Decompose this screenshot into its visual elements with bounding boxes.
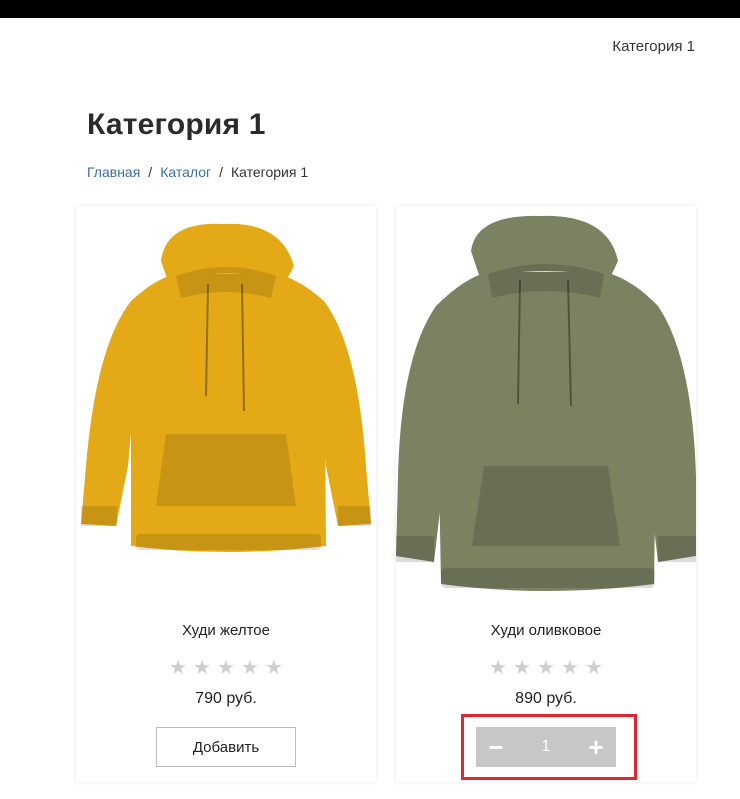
star-icon[interactable]: ★ <box>561 656 579 680</box>
breadcrumb-separator: / <box>148 164 153 180</box>
top-bar <box>0 0 740 18</box>
add-to-cart-button[interactable]: Добавить <box>156 727 296 767</box>
breadcrumb: Главная / Каталог / Категория 1 <box>87 164 308 180</box>
rating-stars[interactable]: ★ ★ ★ ★ ★ <box>396 656 696 680</box>
star-icon[interactable]: ★ <box>537 656 555 680</box>
rating-stars[interactable]: ★ ★ ★ ★ ★ <box>76 656 376 680</box>
product-name[interactable]: Худи оливковое <box>396 622 696 639</box>
hoodie-illustration <box>396 215 696 591</box>
product-price: 890 руб. <box>515 690 577 707</box>
hoodie-illustration <box>81 223 371 552</box>
page-title: Категория 1 <box>87 108 266 141</box>
product-price: 790 руб. <box>195 690 257 707</box>
plus-icon[interactable]: + <box>576 727 616 767</box>
star-icon[interactable]: ★ <box>241 656 259 680</box>
breadcrumb-separator: / <box>219 164 223 180</box>
star-icon[interactable]: ★ <box>265 656 283 680</box>
star-icon[interactable]: ★ <box>193 656 211 680</box>
product-card-olive-hoodie: Худи оливковое ★ ★ ★ ★ ★ 890 руб. − 1 + <box>396 206 696 782</box>
star-icon[interactable]: ★ <box>217 656 235 680</box>
star-icon[interactable]: ★ <box>513 656 531 680</box>
product-card-yellow-hoodie: Худи желтое ★ ★ ★ ★ ★ 790 руб. Добавить <box>76 206 376 782</box>
nav-link-category[interactable]: Категория 1 <box>612 38 695 55</box>
star-icon[interactable]: ★ <box>169 656 187 680</box>
product-image-yellow-hoodie[interactable] <box>76 206 376 602</box>
minus-icon[interactable]: − <box>476 727 516 767</box>
quantity-stepper: − 1 + <box>476 727 616 767</box>
breadcrumb-catalog-link[interactable]: Каталог <box>160 164 211 180</box>
quantity-value[interactable]: 1 <box>516 738 576 756</box>
product-name[interactable]: Худи желтое <box>76 622 376 639</box>
star-icon[interactable]: ★ <box>489 656 507 680</box>
product-image-olive-hoodie[interactable] <box>396 206 696 602</box>
breadcrumb-current: Категория 1 <box>230 164 309 180</box>
star-icon[interactable]: ★ <box>585 656 603 680</box>
breadcrumb-home-link[interactable]: Главная <box>87 164 140 180</box>
